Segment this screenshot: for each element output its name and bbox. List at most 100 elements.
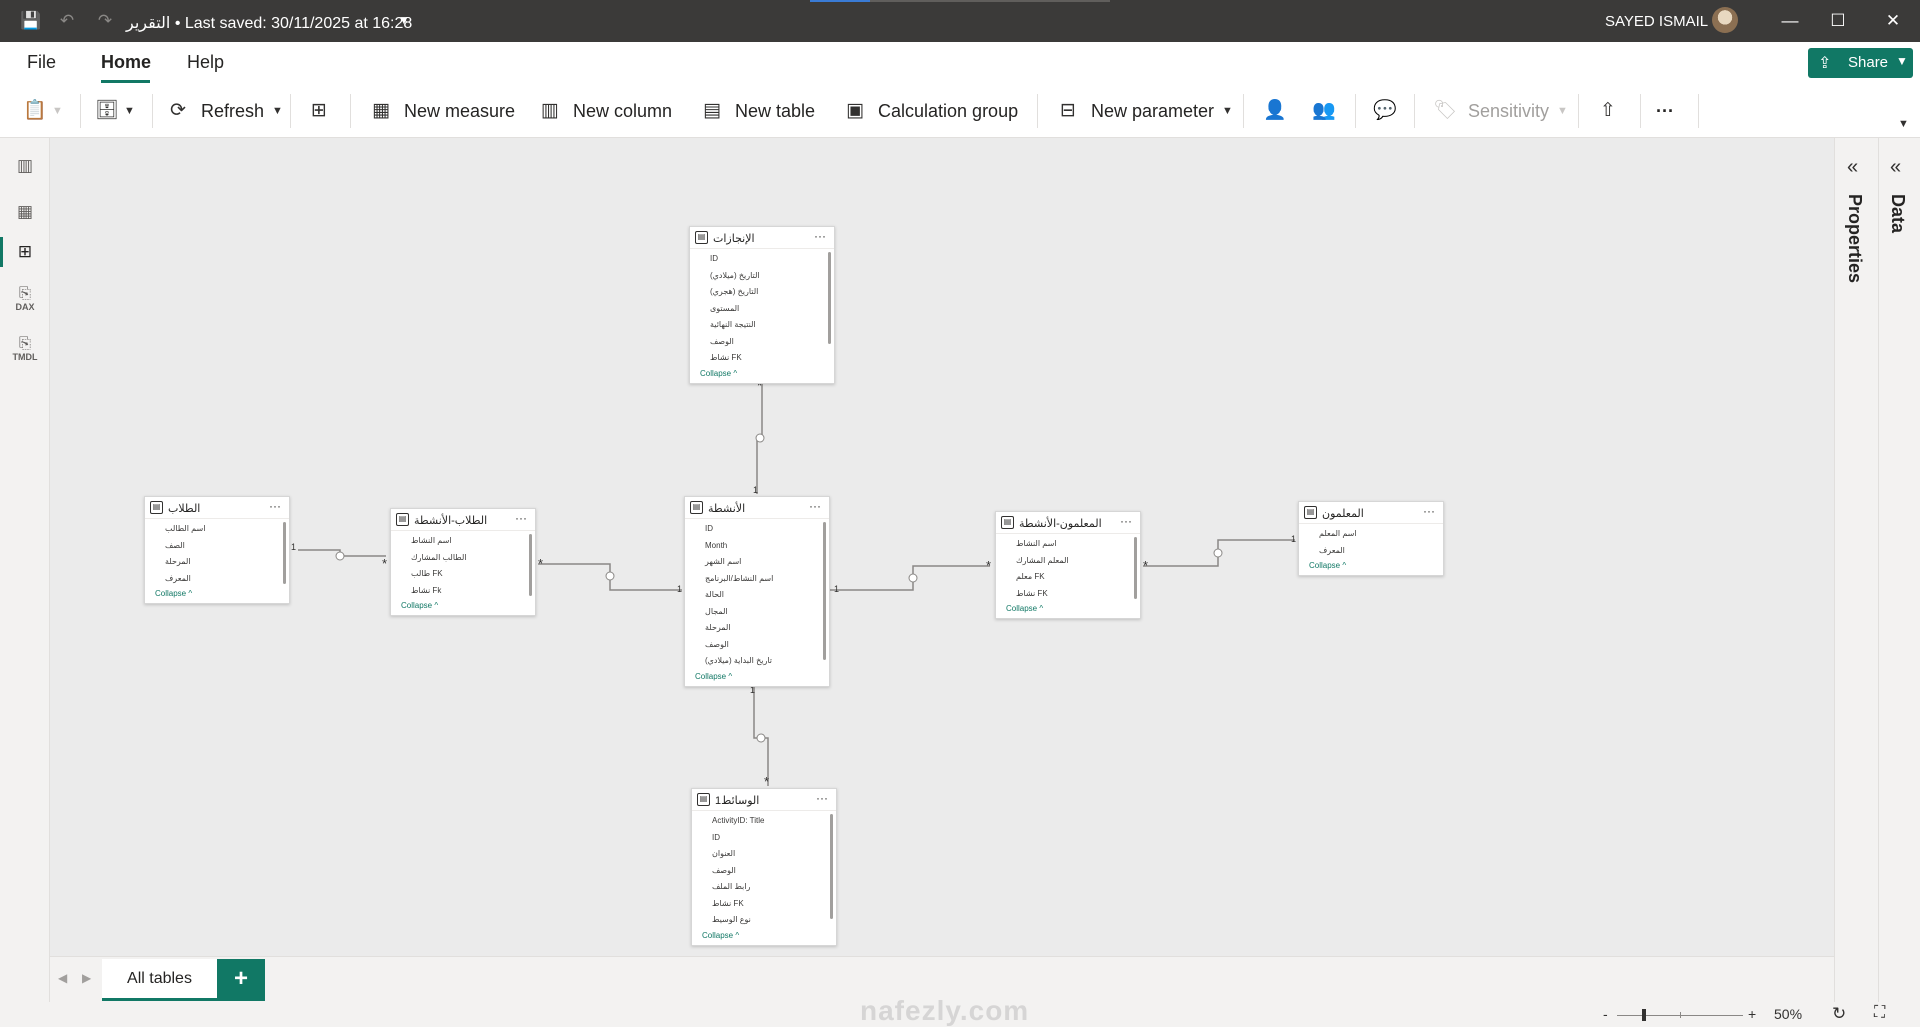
table-field[interactable]: اسم الشهر	[685, 554, 829, 571]
tab-home[interactable]: Home	[101, 52, 151, 73]
table-field[interactable]: التاريخ (ميلادي)	[690, 268, 834, 285]
add-layout-button[interactable]: +	[217, 959, 265, 1001]
collapse-button[interactable]: Collapse ^	[391, 599, 535, 615]
reset-layout-icon[interactable]: ↻	[1832, 1004, 1846, 1024]
publish-button[interactable]: ⇧	[1595, 94, 1631, 128]
collapse-button[interactable]: Collapse ^	[690, 367, 834, 383]
table-field[interactable]: اسم النشاط/البرنامج	[685, 571, 829, 588]
new-column-button[interactable]: ▥ New column	[537, 94, 672, 128]
tab-all-tables[interactable]: All tables	[102, 959, 217, 1001]
table-card-header[interactable]: ▤ الطلاب-الأنشطة ···	[391, 509, 535, 531]
tab-file[interactable]: File	[27, 52, 56, 73]
table-field[interactable]: نشاط Fk	[391, 583, 535, 600]
zoom-slider-thumb[interactable]	[1642, 1009, 1647, 1021]
collapse-button[interactable]: Collapse ^	[692, 929, 836, 945]
table-field[interactable]: ID	[692, 830, 836, 847]
table-field[interactable]: المرحلة	[145, 554, 289, 571]
scrollbar[interactable]	[1134, 537, 1137, 599]
dax-query-view-icon[interactable]: ⎘ DAX	[12, 286, 38, 314]
table-field[interactable]: اسم الطالب	[145, 521, 289, 538]
table-field[interactable]: ID	[685, 521, 829, 538]
table-field[interactable]: المعرف	[1299, 543, 1443, 560]
undo-icon[interactable]: ↶	[56, 10, 78, 32]
scrollbar[interactable]	[830, 814, 833, 919]
user-name[interactable]: SAYED ISMAIL	[1605, 13, 1708, 30]
table-field[interactable]: طالب FK	[391, 566, 535, 583]
table-field[interactable]: الوصف	[690, 334, 834, 351]
collapse-button[interactable]: Collapse ^	[996, 602, 1140, 618]
refresh-button[interactable]: ⟳ Refresh ▼	[165, 94, 283, 128]
table-field[interactable]: معلم FK	[996, 569, 1140, 586]
minimize-icon[interactable]: —	[1778, 9, 1802, 33]
data-pane-tab[interactable]: Data	[1887, 194, 1908, 233]
more-options-icon[interactable]: ···	[816, 791, 828, 805]
table-field[interactable]: اسم النشاط	[391, 533, 535, 550]
avatar[interactable]	[1712, 7, 1738, 33]
table-field[interactable]: العنوان	[692, 846, 836, 863]
table-field[interactable]: نشاط FK	[690, 350, 834, 367]
table-card-header[interactable]: ▤ المعلمون ···	[1299, 502, 1443, 524]
zoom-in-button[interactable]: +	[1748, 1006, 1756, 1022]
calculation-group-button[interactable]: ▣ Calculation group	[842, 94, 1018, 128]
view-as-button[interactable]: 👥	[1311, 94, 1347, 128]
table-field[interactable]: المرحلة	[685, 620, 829, 637]
table-view-icon[interactable]: ▦	[12, 199, 38, 225]
collapse-button[interactable]: Collapse ^	[1299, 559, 1443, 575]
more-options-button[interactable]: ···	[1656, 94, 1674, 128]
more-options-icon[interactable]: ···	[269, 499, 281, 513]
more-options-icon[interactable]: ···	[515, 511, 527, 525]
more-options-icon[interactable]: ···	[1120, 514, 1132, 528]
table-card-teachers-activities[interactable]: ▤ المعلمون-الأنشطة ··· اسم النشاط المعلم…	[995, 511, 1141, 619]
new-parameter-button[interactable]: ⊟ New parameter ▼	[1055, 94, 1233, 128]
table-field[interactable]: تاريخ البداية (ميلادي)	[685, 653, 829, 670]
zoom-level[interactable]: 50%	[1774, 1006, 1802, 1022]
table-card-achievements[interactable]: ▤ الإنجازات ··· ID التاريخ (ميلادي) التا…	[689, 226, 835, 384]
expand-data-icon[interactable]: «	[1890, 156, 1901, 179]
table-card-students-activities[interactable]: ▤ الطلاب-الأنشطة ··· اسم النشاط الطالب ا…	[390, 508, 536, 616]
table-field[interactable]: اسم المعلم	[1299, 526, 1443, 543]
table-field[interactable]: الوصف	[685, 637, 829, 654]
report-view-icon[interactable]: ▥	[12, 153, 38, 179]
table-field[interactable]: المعرف	[145, 571, 289, 588]
properties-pane-tab[interactable]: Properties	[1844, 194, 1865, 283]
share-button[interactable]: ⇪ Share ▼	[1808, 48, 1913, 78]
zoom-out-button[interactable]: -	[1603, 1006, 1608, 1022]
table-field[interactable]: نشاط FK	[692, 896, 836, 913]
tmdl-view-icon[interactable]: ⎘ TMDL	[12, 336, 38, 364]
table-card-media[interactable]: ▤ الوسائط1 ··· ActivityID: Title ID العن…	[691, 788, 837, 946]
close-icon[interactable]: ✕	[1881, 9, 1905, 33]
save-icon[interactable]: 💾	[20, 10, 42, 32]
table-field[interactable]: النتيجة النهائية	[690, 317, 834, 334]
chevron-down-icon[interactable]: ▼	[1898, 118, 1909, 130]
more-options-icon[interactable]: ···	[809, 499, 821, 513]
table-field[interactable]: Month	[685, 538, 829, 555]
table-field[interactable]: الحالة	[685, 587, 829, 604]
table-field[interactable]: المستوى	[690, 301, 834, 318]
table-card-header[interactable]: ▤ الطلاب ···	[145, 497, 289, 519]
scrollbar[interactable]	[823, 522, 826, 660]
table-card-header[interactable]: ▤ الأنشطة ···	[685, 497, 829, 519]
new-measure-button[interactable]: ▦ New measure	[368, 94, 515, 128]
table-field[interactable]: اسم النشاط	[996, 536, 1140, 553]
table-card-students[interactable]: ▤ الطلاب ··· اسم الطالب الصف المرحلة الم…	[144, 496, 290, 604]
paste-button[interactable]: 📋 ▼	[22, 94, 63, 128]
window-title[interactable]: التقرير • Last saved: 30/11/2025 at 16:2…	[126, 13, 412, 33]
q-and-a-setup-button[interactable]: 💬	[1372, 94, 1408, 128]
table-card-header[interactable]: ▤ الوسائط1 ···	[692, 789, 836, 811]
table-field[interactable]: التاريخ (هجري)	[690, 284, 834, 301]
table-field[interactable]: نوع الوسيط	[692, 912, 836, 929]
expand-properties-icon[interactable]: «	[1847, 156, 1858, 179]
collapse-button[interactable]: Collapse ^	[685, 670, 829, 686]
tab-help[interactable]: Help	[187, 52, 224, 73]
table-field[interactable]: ID	[690, 251, 834, 268]
model-view-icon[interactable]: ⊞	[12, 239, 38, 265]
table-field[interactable]: رابط الملف	[692, 879, 836, 896]
more-options-icon[interactable]: ···	[814, 229, 826, 243]
fit-to-screen-icon[interactable]: ⛶	[1874, 1004, 1885, 1022]
table-field[interactable]: نشاط FK	[996, 586, 1140, 603]
table-card-teachers[interactable]: ▤ المعلمون ··· اسم المعلم المعرف Collaps…	[1298, 501, 1444, 576]
chevron-down-icon[interactable]: ▼	[398, 13, 410, 27]
sensitivity-button[interactable]: 🏷 Sensitivity ▼	[1432, 94, 1568, 128]
table-field[interactable]: المجال	[685, 604, 829, 621]
redo-icon[interactable]: ↷	[94, 10, 116, 32]
